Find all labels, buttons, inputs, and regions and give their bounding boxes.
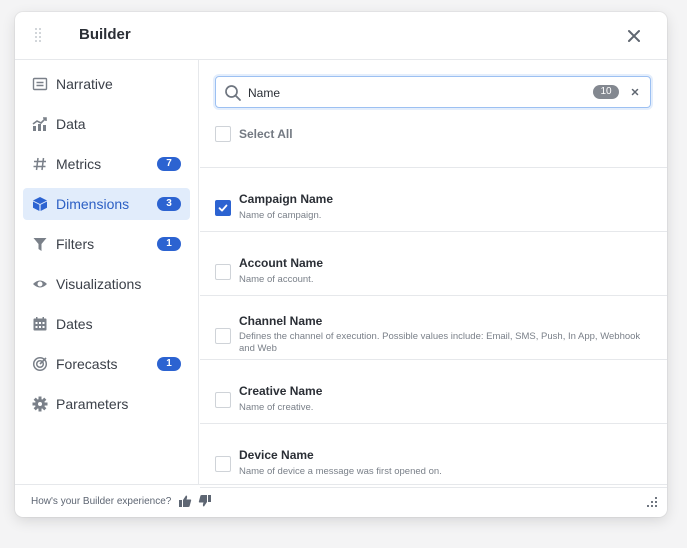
- count-badge: 1: [157, 357, 181, 371]
- sidebar-item-forecasts[interactable]: Forecasts 1: [23, 348, 190, 380]
- item-description: Name of device a message was first opene…: [239, 466, 442, 477]
- eye-icon: [33, 280, 47, 288]
- panel-header: Builder: [15, 12, 667, 60]
- sidebar-item-data[interactable]: Data: [23, 108, 190, 140]
- clear-search-button[interactable]: [628, 85, 642, 99]
- narrative-icon: [32, 77, 48, 91]
- select-all-label: Select All: [239, 127, 293, 141]
- sidebar-item-parameters[interactable]: Parameters: [23, 388, 190, 420]
- thumbs-up-icon[interactable]: [178, 494, 192, 508]
- search-box[interactable]: 10: [215, 76, 651, 108]
- sidebar-item-label: Visualizations: [56, 276, 142, 292]
- panel-title: Builder: [79, 26, 131, 43]
- list-item[interactable]: Device Name Name of device a message was…: [200, 424, 667, 488]
- close-icon: [628, 30, 640, 42]
- item-checkbox[interactable]: [215, 264, 231, 280]
- list-item[interactable]: Creative Name Name of creative.: [200, 360, 667, 424]
- funnel-icon: [33, 238, 47, 251]
- sidebar-item-dates[interactable]: Dates: [23, 308, 190, 340]
- item-title: Device Name: [239, 448, 314, 462]
- cube-icon: [33, 197, 47, 211]
- checkmark-icon: [218, 204, 228, 212]
- sidebar-item-dimensions[interactable]: Dimensions 3: [23, 188, 190, 220]
- feedback-footer: How's your Builder experience?: [15, 484, 667, 517]
- sidebar-item-visualizations[interactable]: Visualizations: [23, 268, 190, 300]
- count-badge: 7: [157, 157, 181, 171]
- item-checkbox[interactable]: [215, 456, 231, 472]
- dimensions-content: 10 Select All Campaign Name Name of camp…: [200, 60, 667, 488]
- sidebar-item-label: Forecasts: [56, 356, 118, 372]
- sidebar-item-label: Metrics: [56, 156, 102, 172]
- count-badge: 1: [157, 237, 181, 251]
- list-item[interactable]: Campaign Name Name of campaign.: [200, 168, 667, 232]
- list-item[interactable]: Channel Name Defines the channel of exec…: [200, 296, 667, 360]
- item-description: Name of campaign.: [239, 210, 322, 221]
- builder-panel: Builder Narrative Data Metrics 7 Dimensi…: [15, 12, 667, 517]
- sidebar-item-label: Parameters: [56, 396, 129, 412]
- select-all-checkbox[interactable]: [215, 126, 231, 142]
- item-description: Name of account.: [239, 274, 314, 285]
- sidebar-item-filters[interactable]: Filters 1: [23, 228, 190, 260]
- data-chart-icon: [32, 117, 47, 131]
- result-count-badge: 10: [593, 85, 619, 99]
- search-icon: [225, 85, 241, 101]
- sidebar-item-narrative[interactable]: Narrative: [23, 68, 190, 100]
- item-description: Name of creative.: [239, 402, 314, 413]
- feedback-prompt: How's your Builder experience?: [31, 496, 172, 507]
- item-title: Channel Name: [239, 314, 323, 328]
- sidebar-item-label: Dates: [56, 316, 93, 332]
- sidebar-item-label: Narrative: [56, 76, 113, 92]
- gear-icon: [32, 396, 48, 412]
- sidebar-item-metrics[interactable]: Metrics 7: [23, 148, 190, 180]
- thumbs-down-icon[interactable]: [198, 494, 212, 508]
- close-button[interactable]: [625, 27, 643, 45]
- clear-icon: [631, 88, 639, 96]
- item-checkbox[interactable]: [215, 200, 231, 216]
- item-checkbox[interactable]: [215, 392, 231, 408]
- item-title: Campaign Name: [239, 192, 334, 206]
- sidebar-item-label: Data: [56, 116, 86, 132]
- search-input[interactable]: [248, 84, 548, 102]
- calendar-icon: [33, 317, 47, 331]
- item-description: Defines the channel of execution. Possib…: [239, 331, 641, 354]
- item-checkbox[interactable]: [215, 328, 231, 344]
- item-title: Creative Name: [239, 384, 323, 398]
- sidebar-item-label: Filters: [56, 236, 95, 252]
- resize-handle-icon[interactable]: [647, 497, 657, 507]
- drag-handle-icon[interactable]: [35, 28, 43, 44]
- list-item[interactable]: Account Name Name of account.: [200, 232, 667, 296]
- hash-icon: [33, 157, 46, 171]
- item-title: Account Name: [239, 256, 324, 270]
- sidebar-item-label: Dimensions: [56, 196, 130, 212]
- count-badge: 3: [157, 197, 181, 211]
- forecast-target-icon: [32, 356, 48, 372]
- sidebar: Narrative Data Metrics 7 Dimensions 3 Fi…: [15, 60, 199, 484]
